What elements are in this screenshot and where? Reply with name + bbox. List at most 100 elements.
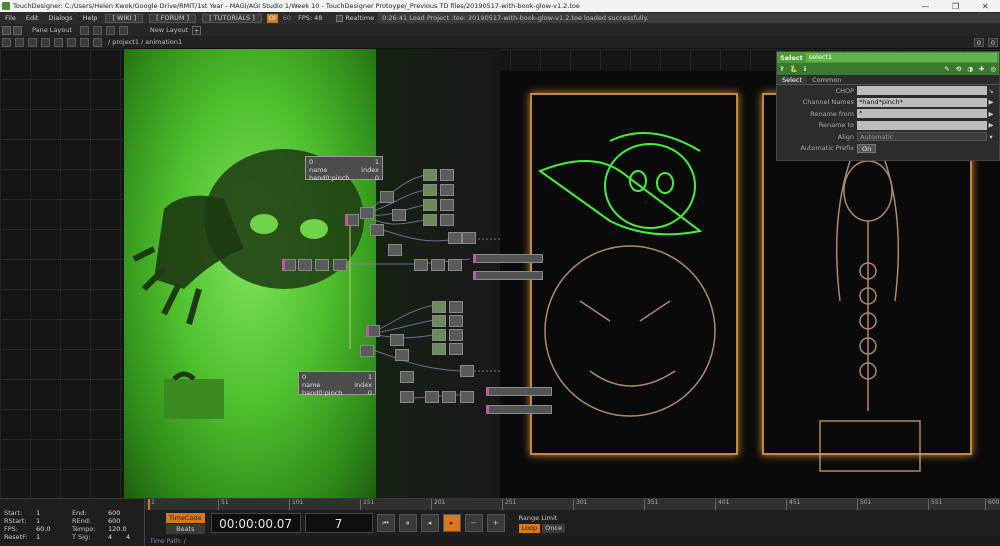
layout-3-button[interactable] bbox=[105, 25, 115, 35]
menu-help[interactable]: Help bbox=[78, 14, 103, 22]
play-button[interactable]: ▸ bbox=[442, 514, 461, 532]
output-chop-node[interactable] bbox=[486, 405, 552, 414]
chop-node[interactable] bbox=[440, 169, 454, 181]
time-path[interactable]: Time Path: / bbox=[146, 537, 1000, 546]
menu-edit[interactable]: Edit bbox=[21, 14, 44, 22]
chop-node[interactable] bbox=[432, 329, 446, 341]
add-icon[interactable]: ✚ bbox=[979, 65, 984, 73]
close-button[interactable]: ✕ bbox=[982, 2, 989, 11]
beats-toggle[interactable]: Beats bbox=[166, 523, 205, 534]
link-icon[interactable]: ⟲ bbox=[956, 65, 961, 73]
chop-node[interactable] bbox=[400, 391, 414, 403]
chop-node[interactable] bbox=[366, 325, 380, 337]
pane-split-icon[interactable] bbox=[2, 25, 11, 35]
chop-node[interactable] bbox=[282, 259, 296, 271]
layout-4-button[interactable] bbox=[118, 25, 128, 35]
chop-node[interactable] bbox=[432, 315, 446, 327]
chop-picker-icon[interactable]: ↘ bbox=[987, 87, 995, 95]
rstart-value[interactable]: 1 bbox=[36, 517, 72, 525]
chop-field[interactable] bbox=[857, 86, 987, 96]
tsig-value-1[interactable]: 4 bbox=[108, 533, 126, 541]
pause-button[interactable]: ⏸ bbox=[398, 514, 417, 532]
timecode-toggle[interactable]: TimeCode bbox=[166, 512, 205, 523]
rename-from-field[interactable]: * bbox=[857, 109, 987, 119]
play-reverse-button[interactable]: ◂ bbox=[420, 514, 439, 532]
chop-node[interactable] bbox=[395, 349, 409, 361]
tsig-value-2[interactable]: 4 bbox=[126, 533, 144, 541]
automatic-prefix-toggle[interactable]: On bbox=[857, 143, 877, 153]
zoom-indicator-2[interactable]: 0 bbox=[988, 37, 998, 47]
timeline-ruler[interactable]: 1 51 101 151 201 251 301 351 401 451 501… bbox=[0, 498, 1000, 510]
chop-node[interactable] bbox=[432, 343, 446, 355]
forward-icon[interactable] bbox=[41, 37, 50, 47]
tutorials-button[interactable]: [ TUTORIALS ] bbox=[202, 13, 262, 23]
frame-display[interactable]: 7 bbox=[304, 513, 373, 533]
chevron-down-icon[interactable]: ▾ bbox=[987, 133, 995, 141]
output-chop-node[interactable] bbox=[473, 271, 543, 280]
step-back-button[interactable]: − bbox=[464, 514, 483, 532]
fps-value[interactable]: 60.0 bbox=[36, 525, 72, 533]
pane-type-icon[interactable] bbox=[15, 37, 24, 47]
target-icon[interactable]: ◎ bbox=[990, 65, 996, 73]
zoom-indicator-1[interactable]: 0 bbox=[974, 37, 984, 47]
chop-node[interactable] bbox=[390, 334, 404, 346]
chop-node[interactable] bbox=[425, 391, 439, 403]
chop-node[interactable] bbox=[315, 259, 329, 271]
chop-node[interactable] bbox=[462, 232, 476, 244]
help-icon[interactable]: ? bbox=[780, 65, 784, 73]
chop-node[interactable] bbox=[360, 345, 374, 357]
chop-node[interactable] bbox=[448, 232, 462, 244]
output-chop-node[interactable] bbox=[486, 387, 552, 396]
chop-node[interactable] bbox=[298, 259, 312, 271]
chop-node[interactable] bbox=[345, 214, 359, 226]
chop-node[interactable] bbox=[440, 199, 454, 211]
chop-node[interactable] bbox=[431, 259, 445, 271]
add-icon[interactable] bbox=[54, 37, 63, 47]
forum-button[interactable]: [ FORUM ] bbox=[149, 13, 197, 23]
chop-node[interactable] bbox=[423, 199, 437, 211]
chop-node[interactable] bbox=[460, 365, 474, 377]
chop-node[interactable] bbox=[449, 329, 463, 341]
info-icon[interactable]: i bbox=[804, 65, 806, 73]
maximize-button[interactable]: ❐ bbox=[952, 2, 959, 11]
python-icon[interactable]: 🐍 bbox=[790, 65, 798, 73]
new-layout-button[interactable]: + bbox=[192, 25, 202, 35]
home-icon[interactable] bbox=[80, 37, 89, 47]
chop-node[interactable] bbox=[333, 259, 347, 271]
chop-node[interactable] bbox=[392, 209, 406, 221]
channel-names-field[interactable]: *hand*pinch* bbox=[857, 97, 987, 107]
output-chop-node[interactable] bbox=[473, 254, 543, 263]
chop-node[interactable] bbox=[414, 259, 428, 271]
layout-1-button[interactable] bbox=[79, 25, 89, 35]
chop-node[interactable] bbox=[440, 214, 454, 226]
tempo-value[interactable]: 120.0 bbox=[108, 525, 144, 533]
view-icon[interactable] bbox=[93, 37, 102, 47]
chop-node[interactable] bbox=[400, 371, 414, 383]
expand-arrow-icon[interactable]: ▶ bbox=[987, 98, 995, 106]
rewind-button[interactable]: ⏮ bbox=[376, 514, 395, 532]
loop-button[interactable]: Loop bbox=[518, 523, 541, 533]
start-value[interactable]: 1 bbox=[36, 509, 72, 517]
expand-arrow-icon[interactable]: ▶ bbox=[987, 121, 995, 129]
chop-node[interactable] bbox=[432, 301, 446, 313]
rend-value[interactable]: 600 bbox=[108, 517, 144, 525]
tab-common[interactable]: Common bbox=[807, 76, 846, 84]
network-path[interactable]: / project1 / animation1 bbox=[108, 38, 972, 46]
layout-2-button[interactable] bbox=[92, 25, 102, 35]
realtime-checkbox[interactable] bbox=[336, 14, 344, 22]
menu-dialogs[interactable]: Dialogs bbox=[43, 14, 77, 22]
chop-node[interactable] bbox=[460, 391, 474, 403]
align-dropdown[interactable]: Automatic bbox=[857, 132, 987, 142]
chop-node[interactable] bbox=[423, 184, 437, 196]
op-name-field[interactable]: select1 bbox=[805, 53, 997, 62]
resetf-value[interactable]: 1 bbox=[36, 533, 72, 541]
minimize-button[interactable]: — bbox=[921, 2, 929, 11]
step-forward-button[interactable]: + bbox=[486, 514, 505, 532]
edit-icon[interactable]: ✎ bbox=[944, 65, 949, 73]
chop-node[interactable] bbox=[380, 191, 394, 203]
rename-to-field[interactable] bbox=[857, 120, 987, 130]
color-icon[interactable]: ◑ bbox=[967, 65, 973, 73]
timecode-display[interactable]: 00:00:00.07 bbox=[210, 513, 301, 533]
tab-select[interactable]: Select bbox=[777, 75, 808, 84]
end-value[interactable]: 600 bbox=[108, 509, 144, 517]
